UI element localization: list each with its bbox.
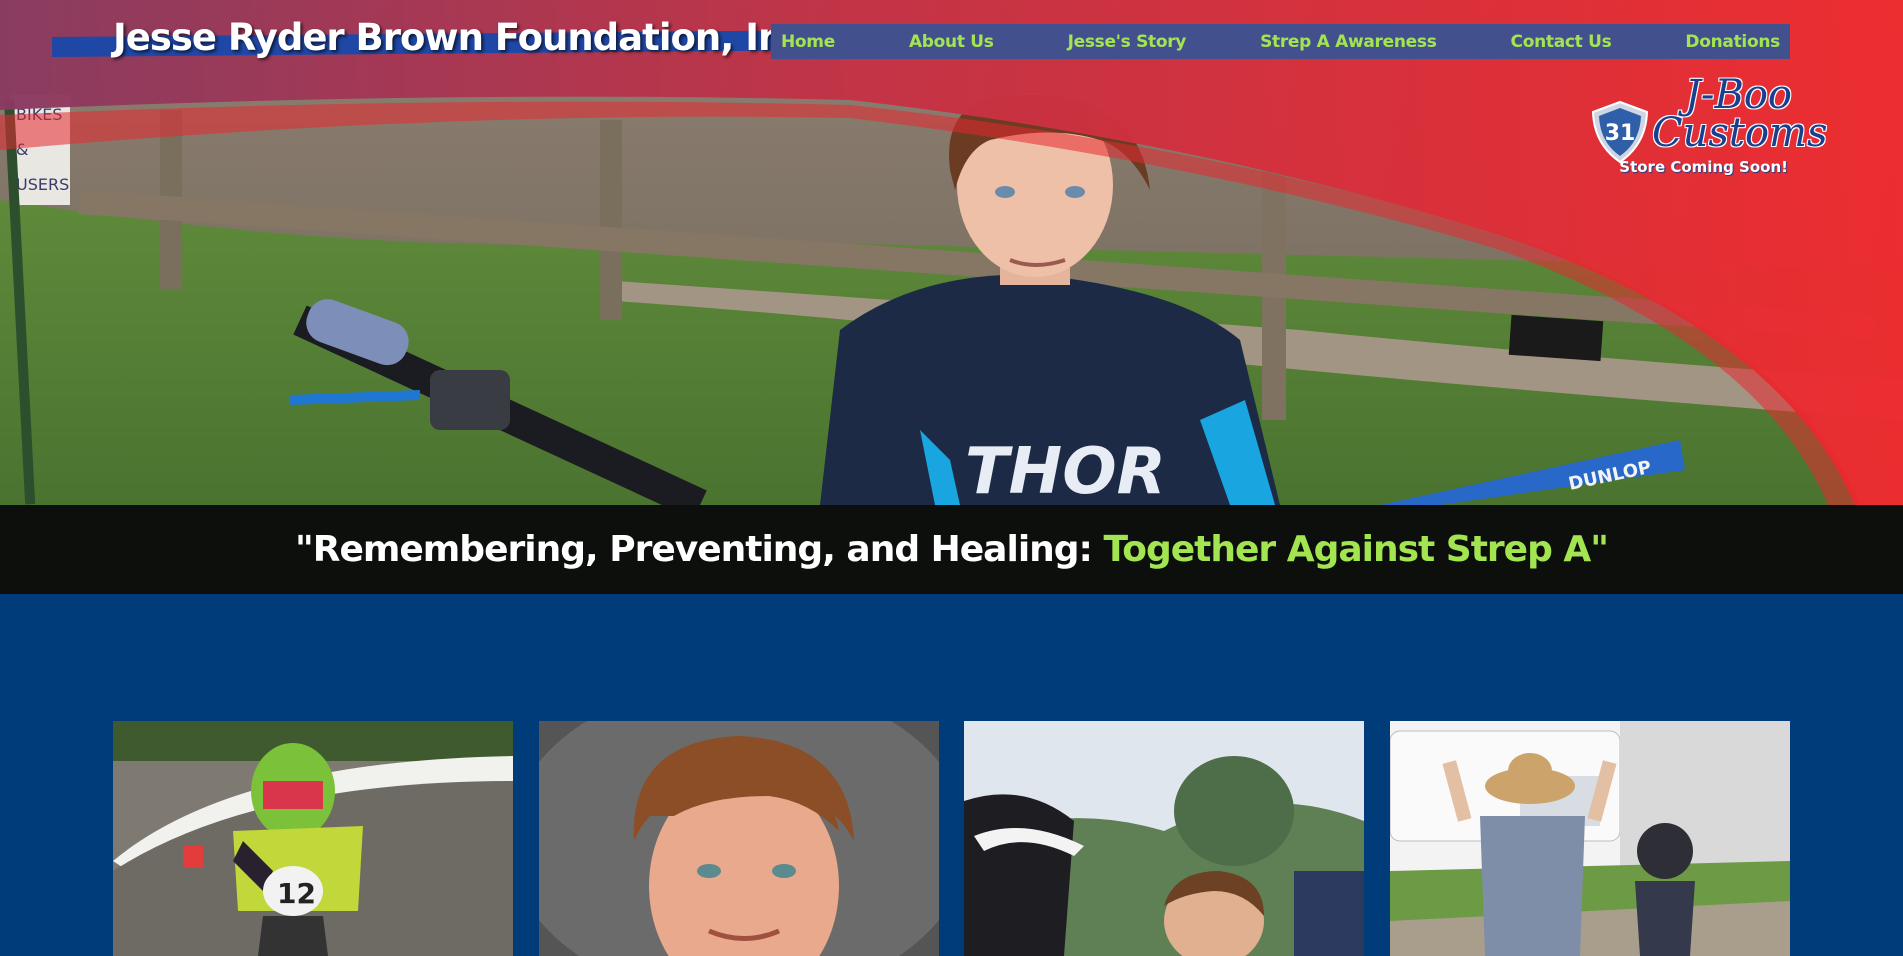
- logo-line-2: Customs: [1652, 110, 1828, 156]
- shield-icon: 31: [1591, 100, 1649, 164]
- nav-contact-us[interactable]: Contact Us: [1511, 32, 1612, 52]
- bmx-rider-photo: 12: [113, 721, 513, 956]
- nav-donations[interactable]: Donations: [1685, 32, 1780, 52]
- logo-line-1: J-Boo: [1684, 72, 1792, 118]
- tagline-bar: "Remembering, Preventing, and Healing: T…: [0, 505, 1903, 594]
- nav-about-us[interactable]: About Us: [909, 32, 994, 52]
- gallery-card-event[interactable]: [964, 721, 1364, 956]
- campsite-photo: [1390, 721, 1790, 956]
- bmx-plate-number: 12: [277, 877, 316, 910]
- gallery-card-portrait[interactable]: [539, 721, 939, 956]
- tagline-text: "Remembering, Preventing, and Healing: T…: [294, 529, 1609, 570]
- logo-wordmark: J-Boo Customs: [1652, 72, 1828, 156]
- gallery-card-bmx[interactable]: 12: [113, 721, 513, 956]
- tagline-white: "Remembering, Preventing, and Healing:: [294, 529, 1104, 570]
- site-title[interactable]: Jesse Ryder Brown Foundation, Inc: [113, 16, 805, 59]
- main-nav: Home About Us Jesse's Story Strep A Awar…: [771, 24, 1790, 59]
- school-portrait-photo: [539, 721, 939, 956]
- gallery-card-campsite[interactable]: [1390, 721, 1790, 956]
- logo-subtitle: Store Coming Soon!: [1619, 158, 1788, 176]
- tagline-green: Together Against Strep A": [1103, 529, 1609, 570]
- nav-jesses-story[interactable]: Jesse's Story: [1068, 32, 1187, 52]
- nav-strep-a-awareness[interactable]: Strep A Awareness: [1260, 32, 1437, 52]
- logo-number: 31: [1605, 121, 1636, 146]
- nav-home[interactable]: Home: [781, 32, 835, 52]
- event-photo: [964, 721, 1364, 956]
- hero-banner: BIKES & USERS DUNLOP THOR: [0, 0, 1903, 505]
- jboo-customs-logo[interactable]: 31 J-Boo Customs Store Coming Soon!: [1590, 72, 1828, 186]
